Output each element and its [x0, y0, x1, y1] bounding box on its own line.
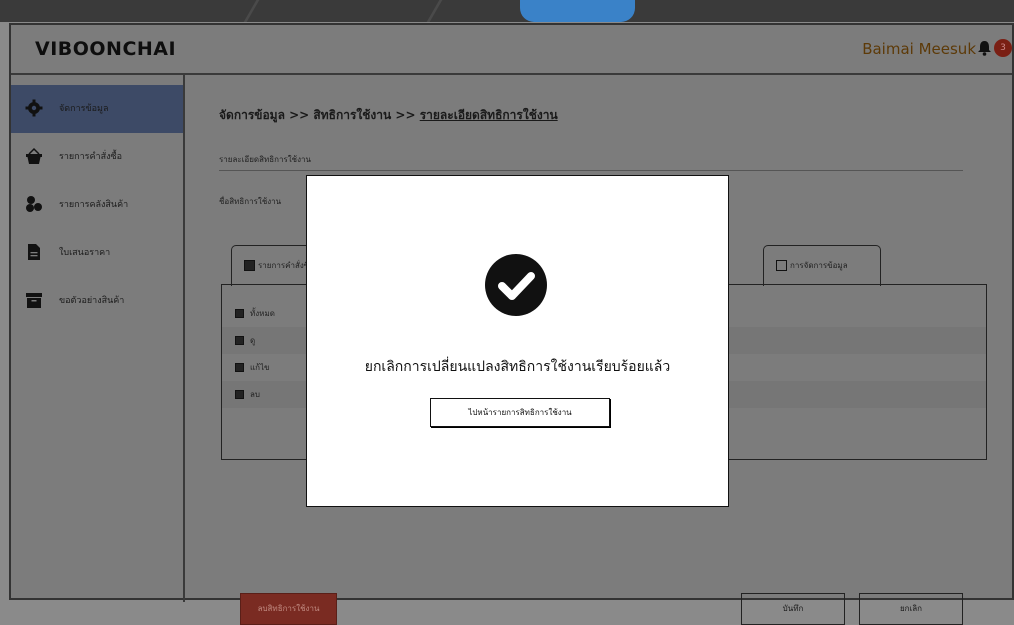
document-icon	[25, 243, 43, 261]
boxes-icon	[25, 195, 43, 213]
bell-icon[interactable]	[977, 40, 992, 60]
gear-icon	[25, 99, 43, 117]
permission-label: แก้ไข	[250, 363, 270, 372]
app-logo: VIBOONCHAI	[35, 38, 177, 60]
permission-label: ลบ	[250, 390, 260, 399]
sidebar: จัดการข้อมูล รายการคำสั่งซื้อ รายการคลัง…	[11, 73, 185, 602]
permission-checkbox[interactable]	[235, 363, 244, 372]
archive-icon	[25, 291, 43, 309]
success-dialog: ยกเลิกการเปลี่ยนแปลงสิทธิการใช้งานเรียบร…	[306, 175, 729, 507]
delete-permission-button[interactable]: ลบสิทธิการใช้งาน	[240, 593, 337, 625]
check-circle-icon	[485, 254, 547, 316]
sidebar-item-inventory[interactable]: รายการคลังสินค้า	[11, 181, 183, 229]
permission-checkbox[interactable]	[235, 390, 244, 399]
breadcrumb-current: รายละเอียดสิทธิการใช้งาน	[419, 108, 558, 122]
notification-badge[interactable]: 3	[994, 39, 1012, 57]
dialog-message: ยกเลิกการเปลี่ยนแปลงสิทธิการใช้งานเรียบร…	[364, 359, 671, 375]
sidebar-item-label: จัดการข้อมูล	[59, 104, 109, 114]
permission-label: ดู	[250, 336, 256, 345]
sidebar-item-orders[interactable]: รายการคำสั่งซื้อ	[11, 133, 183, 181]
breadcrumb: จัดการข้อมูล >> สิทธิการใช้งาน >> รายละเ…	[219, 106, 558, 125]
top-band	[0, 0, 1014, 22]
tab-checkbox[interactable]	[244, 260, 255, 271]
sidebar-item-label: ใบเสนอราคา	[59, 248, 111, 258]
tab-label: การจัดการข้อมูล	[790, 261, 848, 270]
basket-icon	[25, 147, 43, 165]
sidebar-item-data-management[interactable]: จัดการข้อมูล	[11, 85, 183, 133]
permission-label: ทั้งหมด	[250, 309, 275, 318]
sidebar-item-label: รายการคำสั่งซื้อ	[59, 152, 122, 162]
user-name[interactable]: Baimai Meesuk	[862, 40, 976, 58]
sidebar-item-label: ขอตัวอย่างสินค้า	[59, 296, 125, 306]
permission-name-label: ชื่อสิทธิการใช้งาน	[219, 197, 282, 206]
tab-data-management[interactable]: การจัดการข้อมูล	[763, 245, 881, 286]
watermark-accent	[520, 0, 635, 22]
sidebar-item-quotation[interactable]: ใบเสนอราคา	[11, 229, 183, 277]
cancel-button[interactable]: ยกเลิก	[859, 593, 963, 625]
save-button[interactable]: บันทึก	[741, 593, 845, 625]
permission-checkbox[interactable]	[235, 336, 244, 345]
tab-checkbox[interactable]	[776, 260, 787, 271]
divider	[219, 170, 963, 171]
go-to-permission-list-button[interactable]: ไปหน้ารายการสิทธิการใช้งาน	[430, 398, 610, 427]
app-header: VIBOONCHAI Baimai Meesuk 3	[11, 25, 1012, 75]
watermark-shape	[243, 0, 443, 22]
breadcrumb-path[interactable]: จัดการข้อมูล >> สิทธิการใช้งาน >>	[219, 108, 420, 122]
permission-checkbox[interactable]	[235, 309, 244, 318]
section-title: รายละเอียดสิทธิการใช้งาน	[219, 155, 311, 164]
sidebar-item-label: รายการคลังสินค้า	[59, 200, 129, 210]
sidebar-item-sample-request[interactable]: ขอตัวอย่างสินค้า	[11, 277, 183, 325]
